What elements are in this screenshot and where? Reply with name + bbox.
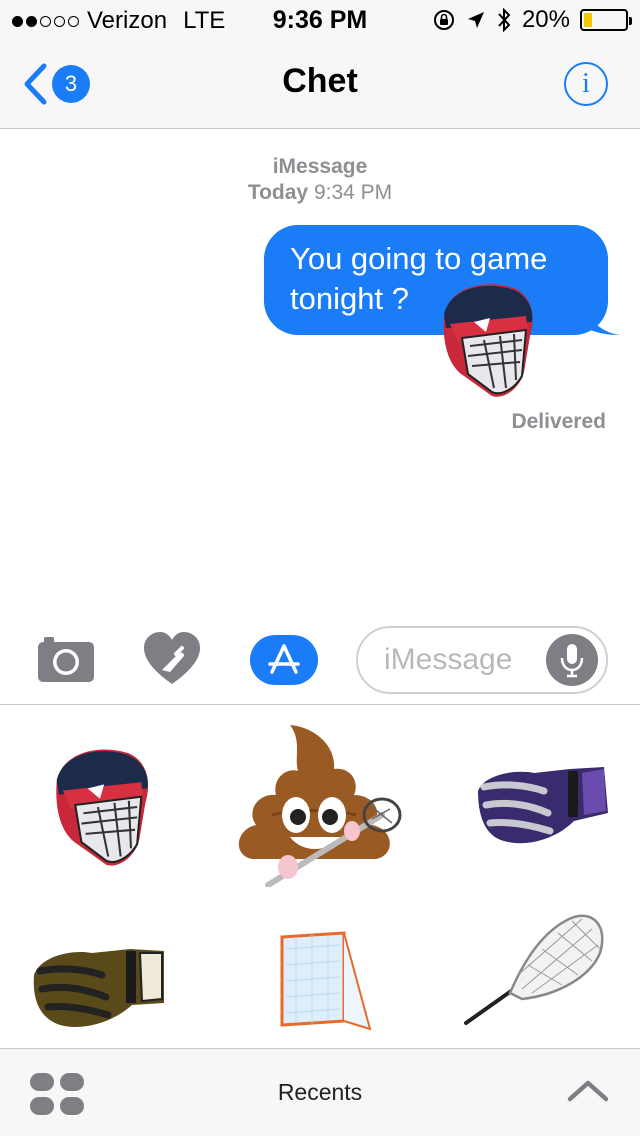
digital-touch-heart-icon[interactable] (140, 626, 204, 690)
app-drawer-bar: Recents (0, 1048, 640, 1136)
status-bar: Verizon LTE 9:36 PM 20% (0, 0, 640, 40)
lacrosse-stick-head-sticker[interactable] (462, 905, 610, 1027)
app-store-glyph (268, 644, 300, 674)
lacrosse-goal-sticker[interactable] (276, 929, 376, 1033)
poop-emoji-lacrosse-stick-sticker[interactable] (232, 719, 404, 887)
lacrosse-helmet-sticker[interactable] (434, 276, 538, 402)
purple-lacrosse-glove-sticker[interactable] (474, 761, 610, 851)
gold-lacrosse-glove-sticker[interactable] (30, 941, 168, 1033)
lacrosse-helmet-sticker[interactable] (44, 741, 156, 871)
message-timestamp: iMessage Today 9:34 PM (0, 154, 640, 206)
delivery-status: Delivered (511, 410, 606, 433)
message-input-bar: iMessage (0, 612, 640, 705)
message-input[interactable]: iMessage (356, 626, 608, 694)
microphone-icon[interactable] (546, 634, 598, 686)
app-store-icon[interactable] (250, 635, 318, 685)
camera-icon[interactable] (34, 626, 98, 690)
bubble-tail (584, 305, 620, 335)
rotation-lock-icon (433, 10, 454, 30)
info-icon[interactable]: i (564, 62, 608, 106)
service-label: iMessage (272, 155, 368, 178)
timestamp-day: Today (247, 181, 309, 204)
battery-percent: 20% (521, 6, 570, 33)
contact-name-title[interactable]: Chet (0, 62, 640, 101)
location-arrow-icon (467, 12, 484, 28)
message-placeholder: iMessage (384, 643, 513, 676)
bluetooth-icon (498, 7, 511, 33)
battery-level (584, 13, 592, 27)
nav-bar: 3 Chet i (0, 40, 640, 129)
battery-icon (580, 9, 632, 31)
sticker-drawer (0, 705, 640, 1048)
recents-label[interactable]: Recents (0, 1079, 640, 1106)
chevron-up-icon[interactable] (566, 1075, 610, 1105)
status-right: 20% (432, 6, 632, 34)
timestamp-time: 9:34 PM (313, 181, 393, 204)
